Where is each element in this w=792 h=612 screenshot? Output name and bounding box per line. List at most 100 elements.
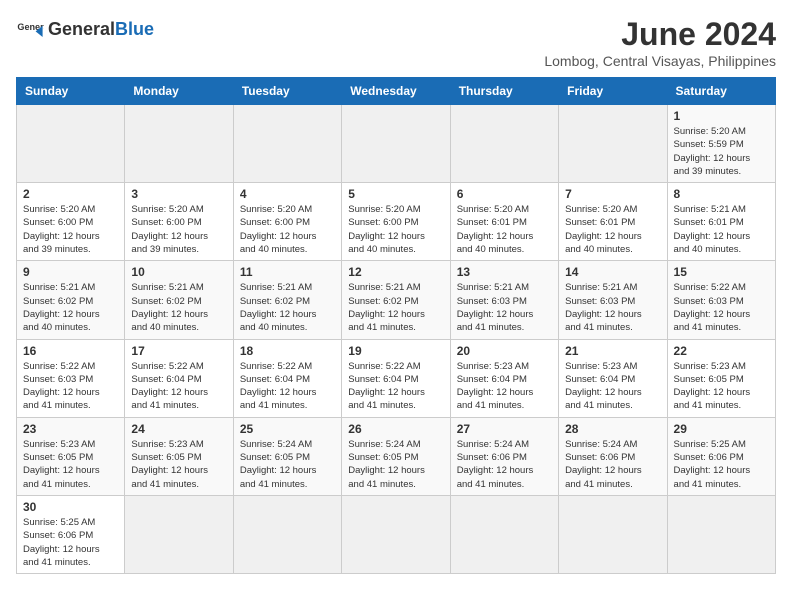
day-number: 21 (565, 344, 660, 358)
day-info: Sunrise: 5:21 AM Sunset: 6:02 PM Dayligh… (348, 281, 443, 334)
weekday-header-wednesday: Wednesday (342, 78, 450, 105)
weekday-header-saturday: Saturday (667, 78, 775, 105)
calendar-cell (125, 105, 233, 183)
day-number: 26 (348, 422, 443, 436)
calendar-week-row: 16Sunrise: 5:22 AM Sunset: 6:03 PM Dayli… (17, 339, 776, 417)
day-info: Sunrise: 5:23 AM Sunset: 6:04 PM Dayligh… (565, 360, 660, 413)
calendar-body: 1 Sunrise: 5:20 AM Sunset: 5:59 PM Daylig… (17, 105, 776, 574)
day-number: 30 (23, 500, 118, 514)
calendar-table: SundayMondayTuesdayWednesdayThursdayFrid… (16, 77, 776, 574)
day-number: 9 (23, 265, 118, 279)
day-info: Sunrise: 5:21 AM Sunset: 6:03 PM Dayligh… (457, 281, 552, 334)
header: General GeneralBlue June 2024 Lombog, Ce… (16, 16, 776, 69)
calendar-cell: 6Sunrise: 5:20 AM Sunset: 6:01 PM Daylig… (450, 183, 558, 261)
day-info: Sunrise: 5:25 AM Sunset: 6:06 PM Dayligh… (23, 516, 118, 569)
calendar-cell: 18 Sunrise: 5:22 AM Sunset: 6:04 PM Dayli… (233, 339, 341, 417)
calendar-cell: 9 Sunrise: 5:21 AM Sunset: 6:02 PM Daylig… (17, 261, 125, 339)
calendar-cell: 30 Sunrise: 5:25 AM Sunset: 6:06 PM Dayli… (17, 495, 125, 573)
day-number: 7 (565, 187, 660, 201)
calendar-cell: 2Sunrise: 5:20 AM Sunset: 6:00 PM Daylig… (17, 183, 125, 261)
calendar-cell: 26 Sunrise: 5:24 AM Sunset: 6:05 PM Dayli… (342, 417, 450, 495)
calendar-cell (342, 105, 450, 183)
calendar-cell: 14 Sunrise: 5:21 AM Sunset: 6:03 PM Dayli… (559, 261, 667, 339)
day-info: Sunrise: 5:23 AM Sunset: 6:04 PM Dayligh… (457, 360, 552, 413)
logo-area: General GeneralBlue (16, 16, 154, 44)
day-number: 14 (565, 265, 660, 279)
day-number: 25 (240, 422, 335, 436)
day-number: 28 (565, 422, 660, 436)
day-number: 17 (131, 344, 226, 358)
day-info: Sunrise: 5:21 AM Sunset: 6:02 PM Dayligh… (240, 281, 335, 334)
day-number: 10 (131, 265, 226, 279)
calendar-cell (559, 105, 667, 183)
calendar-cell: 10 Sunrise: 5:21 AM Sunset: 6:02 PM Dayli… (125, 261, 233, 339)
day-info: Sunrise: 5:22 AM Sunset: 6:04 PM Dayligh… (240, 360, 335, 413)
calendar-cell: 16Sunrise: 5:22 AM Sunset: 6:03 PM Dayli… (17, 339, 125, 417)
calendar-cell: 12 Sunrise: 5:21 AM Sunset: 6:02 PM Dayli… (342, 261, 450, 339)
day-info: Sunrise: 5:23 AM Sunset: 6:05 PM Dayligh… (131, 438, 226, 491)
calendar-cell: 20 Sunrise: 5:23 AM Sunset: 6:04 PM Dayli… (450, 339, 558, 417)
weekday-header-monday: Monday (125, 78, 233, 105)
day-number: 27 (457, 422, 552, 436)
day-number: 15 (674, 265, 769, 279)
day-info: Sunrise: 5:24 AM Sunset: 6:05 PM Dayligh… (348, 438, 443, 491)
calendar-header: SundayMondayTuesdayWednesdayThursdayFrid… (17, 78, 776, 105)
day-number: 19 (348, 344, 443, 358)
day-number: 23 (23, 422, 118, 436)
day-info: Sunrise: 5:23 AM Sunset: 6:05 PM Dayligh… (674, 360, 769, 413)
calendar-cell (667, 495, 775, 573)
day-info: Sunrise: 5:20 AM Sunset: 6:00 PM Dayligh… (348, 203, 443, 256)
day-number: 20 (457, 344, 552, 358)
logo-text: GeneralBlue (48, 20, 154, 40)
calendar-cell (17, 105, 125, 183)
day-number: 18 (240, 344, 335, 358)
calendar-cell (450, 105, 558, 183)
calendar-cell: 5 Sunrise: 5:20 AM Sunset: 6:00 PM Daylig… (342, 183, 450, 261)
day-info: Sunrise: 5:20 AM Sunset: 6:00 PM Dayligh… (131, 203, 226, 256)
day-number: 4 (240, 187, 335, 201)
day-number: 24 (131, 422, 226, 436)
title-area: June 2024 Lombog, Central Visayas, Phili… (544, 16, 776, 69)
calendar-cell (233, 105, 341, 183)
day-number: 3 (131, 187, 226, 201)
day-number: 12 (348, 265, 443, 279)
calendar-cell: 11 Sunrise: 5:21 AM Sunset: 6:02 PM Dayli… (233, 261, 341, 339)
day-info: Sunrise: 5:21 AM Sunset: 6:01 PM Dayligh… (674, 203, 769, 256)
calendar-cell (342, 495, 450, 573)
day-info: Sunrise: 5:22 AM Sunset: 6:04 PM Dayligh… (348, 360, 443, 413)
calendar-cell: 8 Sunrise: 5:21 AM Sunset: 6:01 PM Daylig… (667, 183, 775, 261)
calendar-week-row: 23 Sunrise: 5:23 AM Sunset: 6:05 PM Dayli… (17, 417, 776, 495)
page-container: General GeneralBlue June 2024 Lombog, Ce… (16, 16, 776, 574)
day-info: Sunrise: 5:20 AM Sunset: 5:59 PM Dayligh… (674, 125, 769, 178)
day-info: Sunrise: 5:21 AM Sunset: 6:02 PM Dayligh… (131, 281, 226, 334)
day-info: Sunrise: 5:20 AM Sunset: 6:01 PM Dayligh… (457, 203, 552, 256)
calendar-week-row: 2Sunrise: 5:20 AM Sunset: 6:00 PM Daylig… (17, 183, 776, 261)
day-number: 8 (674, 187, 769, 201)
day-info: Sunrise: 5:24 AM Sunset: 6:06 PM Dayligh… (565, 438, 660, 491)
day-info: Sunrise: 5:20 AM Sunset: 6:00 PM Dayligh… (23, 203, 118, 256)
calendar-title: June 2024 (544, 16, 776, 53)
day-info: Sunrise: 5:24 AM Sunset: 6:06 PM Dayligh… (457, 438, 552, 491)
weekday-header-friday: Friday (559, 78, 667, 105)
calendar-cell: 22Sunrise: 5:23 AM Sunset: 6:05 PM Dayli… (667, 339, 775, 417)
day-number: 16 (23, 344, 118, 358)
day-info: Sunrise: 5:21 AM Sunset: 6:02 PM Dayligh… (23, 281, 118, 334)
day-number: 5 (348, 187, 443, 201)
day-number: 13 (457, 265, 552, 279)
calendar-week-row: 9 Sunrise: 5:21 AM Sunset: 6:02 PM Daylig… (17, 261, 776, 339)
day-info: Sunrise: 5:21 AM Sunset: 6:03 PM Dayligh… (565, 281, 660, 334)
calendar-cell: 27 Sunrise: 5:24 AM Sunset: 6:06 PM Dayli… (450, 417, 558, 495)
calendar-cell: 19 Sunrise: 5:22 AM Sunset: 6:04 PM Dayli… (342, 339, 450, 417)
day-info: Sunrise: 5:25 AM Sunset: 6:06 PM Dayligh… (674, 438, 769, 491)
calendar-cell: 15 Sunrise: 5:22 AM Sunset: 6:03 PM Dayli… (667, 261, 775, 339)
calendar-cell (125, 495, 233, 573)
weekday-header-row: SundayMondayTuesdayWednesdayThursdayFrid… (17, 78, 776, 105)
calendar-cell: 3 Sunrise: 5:20 AM Sunset: 6:00 PM Daylig… (125, 183, 233, 261)
calendar-cell (233, 495, 341, 573)
calendar-cell: 29Sunrise: 5:25 AM Sunset: 6:06 PM Dayli… (667, 417, 775, 495)
calendar-cell: 4Sunrise: 5:20 AM Sunset: 6:00 PM Daylig… (233, 183, 341, 261)
day-number: 1 (674, 109, 769, 123)
calendar-cell: 28 Sunrise: 5:24 AM Sunset: 6:06 PM Dayli… (559, 417, 667, 495)
day-info: Sunrise: 5:22 AM Sunset: 6:03 PM Dayligh… (674, 281, 769, 334)
day-number: 11 (240, 265, 335, 279)
